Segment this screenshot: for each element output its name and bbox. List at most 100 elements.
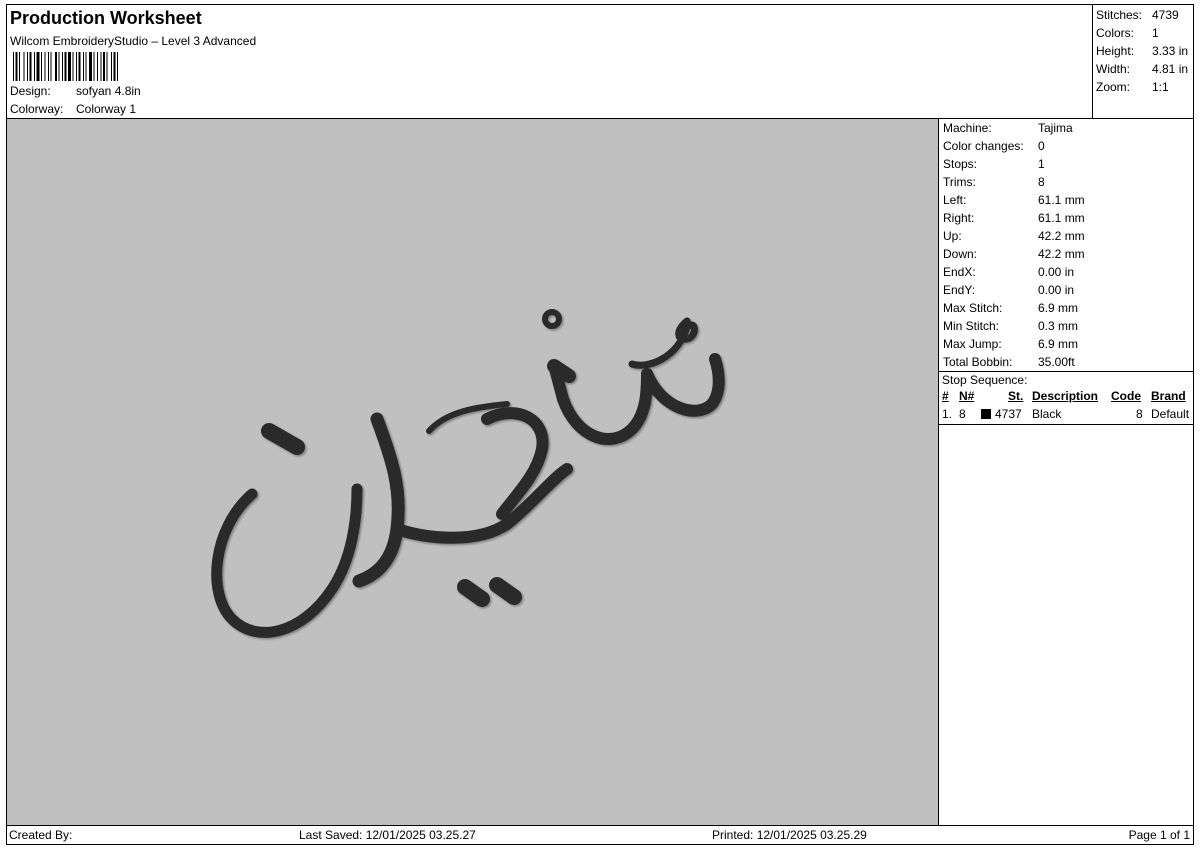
summary-label: Zoom: bbox=[1096, 80, 1131, 94]
stat-row: Stops: 1 bbox=[943, 155, 1193, 173]
design-label: Design: bbox=[10, 84, 51, 98]
col-code: Code bbox=[1111, 389, 1141, 403]
stat-label: Max Stitch: bbox=[943, 301, 1003, 315]
machine-stats: Machine: Tajima Color changes: 0 Stops: 1 T… bbox=[938, 118, 1194, 826]
col-brand: Brand bbox=[1151, 389, 1186, 403]
stat-value: 61.1 mm bbox=[1038, 193, 1085, 207]
stat-row: Color changes: 0 bbox=[943, 137, 1193, 155]
stat-row: Up: 42.2 mm bbox=[943, 227, 1193, 245]
divider bbox=[939, 371, 1193, 372]
barcode-bar bbox=[111, 52, 112, 81]
stat-value: 0.00 in bbox=[1038, 265, 1075, 279]
summary-value: 1:1 bbox=[1152, 80, 1169, 94]
row-index: 1. bbox=[942, 407, 953, 421]
summary-value: 3.33 in bbox=[1152, 44, 1189, 58]
stat-row: EndY: 0.00 in bbox=[943, 281, 1193, 299]
summary-row: Stitches: 4739 bbox=[1096, 6, 1194, 24]
stat-value: 1 bbox=[1038, 157, 1045, 171]
design-summary: Stitches: 4739 Colors: 1 Height: 3.33 in Wi… bbox=[1092, 4, 1194, 119]
summary-label: Colors: bbox=[1096, 26, 1135, 40]
worksheet-header: Production Worksheet Wilcom EmbroiderySt… bbox=[6, 4, 1093, 119]
stat-label: Left: bbox=[943, 193, 967, 207]
stat-label: Down: bbox=[943, 247, 978, 261]
barcode-bar bbox=[83, 52, 84, 81]
row-stitches: 4737 bbox=[995, 407, 1022, 421]
summary-label: Height: bbox=[1096, 44, 1135, 58]
stat-row: Machine: Tajima bbox=[943, 119, 1193, 137]
summary-value: 4739 bbox=[1152, 8, 1179, 22]
alif-stroke bbox=[352, 412, 405, 588]
summary-label: Width: bbox=[1096, 62, 1131, 76]
barcode-bar bbox=[27, 52, 28, 81]
stat-label: Right: bbox=[943, 211, 975, 225]
stat-row: Right: 61.1 mm bbox=[943, 209, 1193, 227]
stat-row: Trims: 8 bbox=[943, 173, 1193, 191]
barcode-bar bbox=[44, 52, 46, 81]
design-preview bbox=[6, 118, 939, 826]
barcode-bar bbox=[62, 52, 63, 81]
ya-dot-stroke bbox=[457, 579, 490, 607]
row-code: 8 bbox=[1136, 407, 1143, 421]
stat-row: EndX: 0.00 in bbox=[943, 263, 1193, 281]
stat-value: 0.3 mm bbox=[1038, 319, 1079, 333]
barcode-bar bbox=[72, 52, 74, 81]
barcode-bar bbox=[68, 52, 71, 81]
summary-value: 1 bbox=[1152, 26, 1159, 40]
barcode-bar bbox=[85, 52, 87, 81]
fa-body-stroke bbox=[391, 463, 573, 544]
stop-sequence-title: Stop Sequence: bbox=[942, 373, 1028, 387]
barcode-bar bbox=[117, 52, 118, 81]
stat-row: Max Stitch: 6.9 mm bbox=[943, 299, 1193, 317]
stat-row: Down: 42.2 mm bbox=[943, 245, 1193, 263]
stat-label: EndX: bbox=[943, 265, 976, 279]
stat-label: Color changes: bbox=[943, 139, 1024, 153]
barcode-bar bbox=[113, 52, 116, 81]
stat-value: 0.00 in bbox=[1038, 283, 1075, 297]
col-needle: N# bbox=[959, 389, 975, 403]
stat-label: Trims: bbox=[943, 175, 976, 189]
divider bbox=[939, 424, 1193, 425]
ya-dot-stroke bbox=[489, 577, 522, 605]
stat-value: 8 bbox=[1038, 175, 1045, 189]
colorway-value: Colorway 1 bbox=[76, 102, 137, 116]
sin-tail-stroke bbox=[641, 353, 725, 417]
stat-label: Total Bobbin: bbox=[943, 355, 1013, 369]
col-stitches: St. bbox=[1008, 389, 1024, 403]
barcode-bar bbox=[36, 52, 40, 81]
barcode-bar bbox=[76, 52, 77, 81]
barcode-bar bbox=[48, 52, 49, 81]
row-brand: Default bbox=[1151, 407, 1190, 421]
colorway-label: Colorway: bbox=[10, 102, 64, 116]
design-row: Design: sofyan 4.8in bbox=[10, 84, 141, 98]
barcode-bar bbox=[106, 52, 108, 81]
barcode-bar bbox=[89, 52, 92, 81]
barcode-bar bbox=[13, 52, 14, 81]
stat-row: Max Jump: 6.9 mm bbox=[943, 335, 1193, 353]
barcode-bar bbox=[97, 52, 98, 81]
barcode-bar bbox=[15, 52, 18, 81]
barcode-bar bbox=[100, 52, 102, 81]
barcode-bar bbox=[23, 52, 25, 81]
barcode-bar bbox=[50, 52, 52, 81]
col-description: Description bbox=[1032, 389, 1099, 403]
stat-value: 0 bbox=[1038, 139, 1045, 153]
stat-value: 61.1 mm bbox=[1038, 211, 1085, 225]
stat-value: 35.00ft bbox=[1038, 355, 1075, 369]
stat-value: 6.9 mm bbox=[1038, 337, 1079, 351]
row-description: Black bbox=[1032, 407, 1062, 421]
stat-label: Stops: bbox=[943, 157, 978, 171]
color-swatch bbox=[981, 409, 991, 419]
barcode-bar bbox=[64, 52, 67, 81]
stat-label: EndY: bbox=[943, 283, 976, 297]
worksheet-footer: Created By: Last Saved: 12/01/2025 03.25… bbox=[6, 825, 1194, 845]
nun-bowl-stroke bbox=[211, 483, 363, 638]
summary-row: Width: 4.81 in bbox=[1096, 60, 1194, 78]
stop-sequence-row: 1. 8 4737 Black 8 Default bbox=[939, 407, 1193, 423]
barcode bbox=[13, 52, 118, 81]
barcode-bar bbox=[34, 52, 35, 81]
stat-value: 42.2 mm bbox=[1038, 247, 1085, 261]
stat-label: Max Jump: bbox=[943, 337, 1002, 351]
barcode-bar bbox=[29, 52, 32, 81]
stat-row: Total Bobbin: 35.00ft bbox=[943, 353, 1193, 371]
fa-dot-stroke bbox=[547, 359, 576, 383]
